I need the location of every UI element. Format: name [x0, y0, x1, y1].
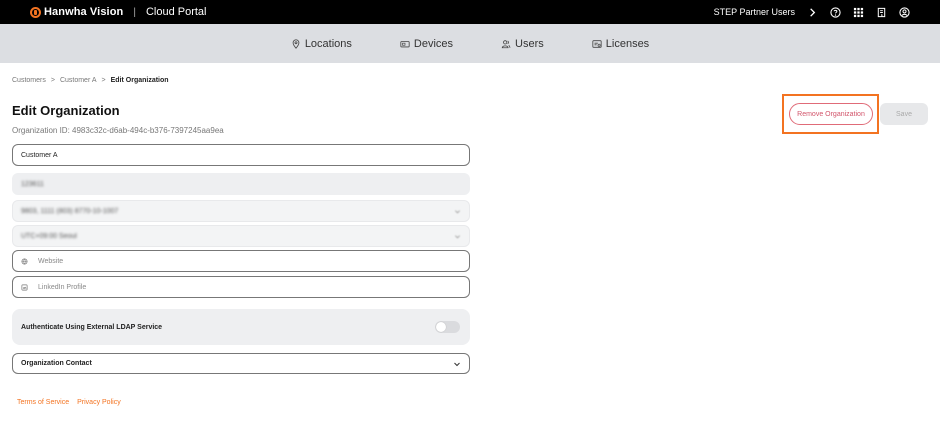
chevron-down-icon [453, 360, 461, 368]
breadcrumb-separator: > [50, 77, 55, 84]
nav-locations-label: Locations [304, 37, 352, 50]
timezone-select[interactable]: UTC+09:00 Seoul [12, 225, 470, 247]
blurred-value-1: 123611 [21, 180, 44, 188]
blurred-value-3: UTC+09:00 Seoul [21, 232, 77, 240]
ldap-section: Authenticate Using External LDAP Service [12, 309, 470, 345]
page-title: Edit Organization [12, 103, 120, 118]
building-icon[interactable] [876, 7, 887, 18]
partner-selector[interactable]: STEP Partner Users [714, 7, 795, 17]
ldap-toggle[interactable] [435, 321, 460, 333]
privacy-policy-link[interactable]: Privacy Policy [77, 399, 121, 406]
organization-name-value: Customer A [21, 151, 58, 159]
ldap-label: Authenticate Using External LDAP Service [21, 323, 163, 331]
blurred-field-1[interactable]: 123611 [12, 173, 470, 195]
brand-separator: | [133, 6, 136, 18]
user-account-icon[interactable] [899, 6, 910, 18]
hanwha-logo-icon [30, 6, 41, 18]
globe-icon [21, 258, 28, 265]
device-icon [400, 40, 410, 47]
organization-id: Organization ID: 4983c32c-d6ab-494c-b376… [12, 126, 224, 135]
nav-licenses-label: Licenses [605, 37, 650, 50]
breadcrumb-customers[interactable]: Customers [12, 77, 46, 84]
linkedin-field[interactable]: LinkedIn Profile [12, 276, 470, 298]
top-right-menu: STEP Partner Users [714, 0, 910, 24]
breadcrumb-current: Edit Organization [110, 77, 169, 84]
breadcrumb: Customers > Customer A > Edit Organizati… [12, 77, 169, 84]
nav-users-label: Users [515, 37, 544, 50]
brand-name: Hanwha Vision [44, 6, 124, 18]
linkedin-placeholder: LinkedIn Profile [38, 283, 87, 291]
nav-users[interactable]: Users [501, 38, 544, 50]
apps-grid-icon[interactable] [853, 7, 864, 18]
terms-of-service-link[interactable]: Terms of Service [17, 399, 69, 406]
save-button[interactable]: Save [880, 103, 928, 125]
portal-name: Cloud Portal [145, 6, 207, 18]
license-icon [592, 39, 602, 48]
location-pin-icon [292, 38, 300, 49]
website-field[interactable]: Website [12, 250, 470, 272]
website-placeholder: Website [38, 257, 64, 265]
blurred-select-2[interactable]: 9803, 1111 (803) 8770-10-1007 [12, 200, 470, 222]
linkedin-icon [21, 284, 28, 291]
chevron-down-icon [454, 233, 461, 240]
organization-contact-label: Organization Contact [21, 360, 92, 367]
breadcrumb-customer-a[interactable]: Customer A [60, 77, 97, 84]
help-icon[interactable] [830, 6, 841, 18]
top-bar: Hanwha Vision | Cloud Portal STEP Partne… [0, 0, 940, 24]
remove-organization-button[interactable]: Remove Organization [789, 103, 873, 125]
nav-locations[interactable]: Locations [291, 38, 352, 50]
nav-devices[interactable]: Devices [400, 38, 453, 50]
nav-devices-label: Devices [413, 37, 454, 50]
main-nav: Locations Devices Users Licenses [0, 24, 940, 63]
organization-name-field[interactable]: Customer A [12, 144, 470, 166]
chevron-down-icon [454, 208, 461, 215]
blurred-value-2: 9803, 1111 (803) 8770-10-1007 [21, 207, 119, 215]
nav-licenses[interactable]: Licenses [592, 38, 649, 50]
organization-contact-dropdown[interactable]: Organization Contact [12, 353, 470, 374]
footer-links: Terms of Service Privacy Policy [17, 399, 121, 406]
chevron-right-icon[interactable] [807, 7, 818, 18]
brand[interactable]: Hanwha Vision | Cloud Portal [30, 0, 207, 24]
users-icon [501, 39, 511, 48]
breadcrumb-separator: > [101, 77, 106, 84]
